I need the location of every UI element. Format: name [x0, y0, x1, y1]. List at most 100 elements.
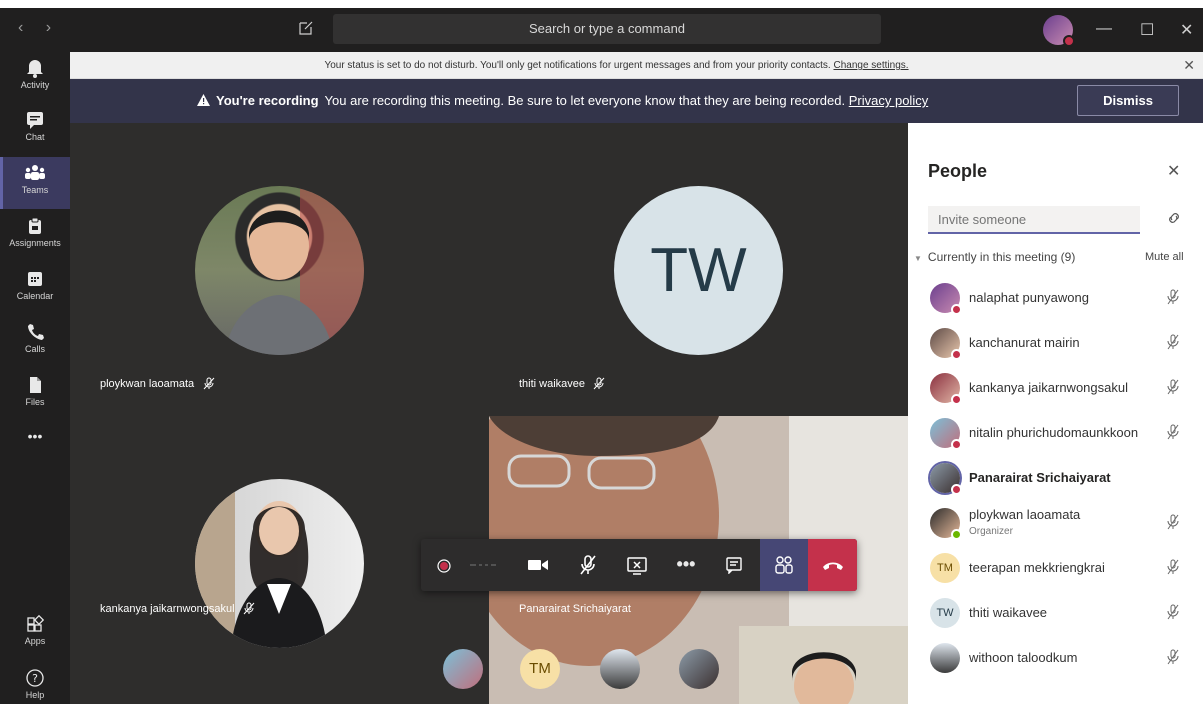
- rail-item-calendar[interactable]: Calendar: [0, 263, 70, 315]
- participant-photo: [195, 479, 364, 648]
- forward-button[interactable]: ›: [46, 19, 51, 37]
- participant-name: nalaphat punyawong: [969, 290, 1089, 305]
- rail-item-help[interactable]: ? Help: [0, 662, 70, 704]
- rail-label: Assignments: [9, 238, 61, 248]
- mic-off-icon[interactable]: [1166, 514, 1180, 530]
- people-panel: People ✕ ▼Currently in this meeting (9) …: [908, 123, 1203, 704]
- chat-icon: [27, 112, 43, 129]
- participant-list-item[interactable]: nitalin phurichudomaunkkoon: [908, 411, 1203, 455]
- participant-name: withoon taloodkum: [969, 650, 1078, 665]
- assignments-icon: [29, 217, 41, 234]
- phone-hangup-icon: [822, 562, 843, 570]
- mute-all-button[interactable]: Mute all: [1145, 251, 1184, 263]
- rail-label: Activity: [20, 80, 50, 90]
- avatar: [930, 463, 962, 495]
- rail-label: Calls: [24, 344, 45, 354]
- participants-icon: [775, 556, 793, 574]
- mic-off-icon[interactable]: [1166, 559, 1180, 575]
- recording-title: You're recording: [216, 93, 319, 108]
- participant-list-item[interactable]: withoon taloodkum: [908, 636, 1203, 680]
- overflow-participant-avatar[interactable]: [679, 649, 719, 689]
- app-rail: Activity Chat Teams Assignments Calendar…: [0, 52, 70, 704]
- recording-indicator: [424, 539, 464, 591]
- participant-name: teerapan mekkriengkrai: [969, 560, 1105, 575]
- status-dnd-icon: [951, 394, 962, 405]
- status-notice-bar: Your status is set to do not disturb. Yo…: [70, 52, 1203, 79]
- mic-off-icon[interactable]: [1166, 604, 1180, 620]
- share-invite-link-icon[interactable]: [1166, 211, 1182, 225]
- video-stage: ploykwan laoamata TW thiti waikavee kank…: [70, 123, 908, 704]
- rail-label: Chat: [25, 132, 45, 142]
- search-input[interactable]: Search or type a command: [333, 14, 881, 44]
- avatar: TM: [930, 553, 960, 583]
- avatar: [930, 508, 962, 540]
- participant-name: Panarairat Srichaiyarat: [519, 603, 631, 615]
- panel-title: People: [928, 161, 988, 181]
- call-controls-bar: •••: [421, 539, 857, 591]
- rail-item-calls[interactable]: Calls: [0, 316, 70, 368]
- video-tile[interactable]: ploykwan laoamata: [70, 123, 489, 416]
- participant-list-item[interactable]: TW thiti waikavee: [908, 591, 1203, 635]
- show-participants-button[interactable]: [760, 539, 808, 591]
- apps-icon: [27, 614, 44, 632]
- participant-name: thiti waikavee: [969, 605, 1048, 620]
- camera-toggle-button[interactable]: [518, 539, 558, 591]
- overflow-participant-avatar[interactable]: TM: [520, 649, 560, 689]
- meeting-participants-header[interactable]: ▼ Currently in this meeting (9): [914, 250, 1075, 264]
- dismiss-button[interactable]: Dismiss: [1077, 85, 1179, 116]
- rail-item-teams[interactable]: Teams: [0, 157, 70, 209]
- participant-list-item[interactable]: kanchanurat mairin: [908, 321, 1203, 365]
- section-label: Currently in this meeting (9): [927, 250, 1076, 264]
- participant-list-item[interactable]: TM teerapan mekkriengkrai: [908, 546, 1203, 590]
- participant-name: kankanya jaikarnwongsakul: [100, 603, 235, 615]
- status-dnd-icon: [951, 439, 962, 450]
- share-screen-icon: [627, 557, 647, 575]
- new-chat-icon[interactable]: [298, 20, 316, 38]
- more-actions-button[interactable]: •••: [666, 539, 706, 591]
- rail-label: Teams: [21, 185, 49, 195]
- minimize-button[interactable]: —: [1096, 20, 1112, 38]
- rail-item-apps[interactable]: Apps: [0, 608, 70, 660]
- file-icon: [30, 377, 41, 393]
- participant-list-item[interactable]: nalaphat punyawong: [908, 276, 1203, 320]
- participant-list-item[interactable]: ploykwan laoamata Organizer: [908, 501, 1203, 545]
- profile-avatar[interactable]: [1043, 15, 1075, 47]
- stop-sharing-button[interactable]: [617, 539, 657, 591]
- hang-up-button[interactable]: [808, 539, 857, 591]
- close-icon[interactable]: ✕: [1183, 52, 1195, 79]
- call-timer: [463, 539, 503, 591]
- teams-icon: [25, 165, 45, 180]
- participant-photo: [195, 186, 364, 355]
- close-panel-button[interactable]: ✕: [1167, 161, 1180, 181]
- rail-item-chat[interactable]: Chat: [0, 104, 70, 156]
- video-tile[interactable]: TW thiti waikavee: [489, 123, 908, 416]
- mic-off-icon[interactable]: [1166, 424, 1180, 440]
- mic-off-icon: [593, 377, 605, 390]
- mute-toggle-button[interactable]: [568, 539, 608, 591]
- mic-off-icon[interactable]: [1166, 289, 1180, 305]
- mic-off-icon[interactable]: [1166, 379, 1180, 395]
- avatar: [930, 643, 960, 673]
- mic-off-icon[interactable]: [1166, 649, 1180, 665]
- mic-off-icon[interactable]: [1166, 334, 1180, 350]
- participant-name: thiti waikavee: [519, 378, 586, 390]
- chat-bubble-icon: [726, 557, 742, 575]
- rail-item-assignments[interactable]: Assignments: [0, 210, 70, 262]
- rail-item-files[interactable]: Files: [0, 369, 70, 421]
- chevron-down-icon: ▼: [914, 254, 922, 263]
- participant-list-item[interactable]: kankanya jaikarnwongsakul: [908, 366, 1203, 410]
- show-conversation-button[interactable]: [714, 539, 754, 591]
- change-settings-link[interactable]: Change settings.: [833, 60, 908, 71]
- close-window-button[interactable]: ✕: [1180, 20, 1193, 40]
- privacy-policy-link[interactable]: Privacy policy: [849, 93, 928, 108]
- maximize-button[interactable]: ☐: [1140, 20, 1154, 40]
- rail-item-activity[interactable]: Activity: [0, 52, 70, 104]
- mic-off-icon: [580, 555, 596, 575]
- back-button[interactable]: ‹: [18, 19, 23, 37]
- overflow-participant-avatar[interactable]: [600, 649, 640, 689]
- overflow-participant-avatar[interactable]: [443, 649, 483, 689]
- avatar: TW: [930, 598, 960, 628]
- more-apps-button[interactable]: •••: [0, 428, 70, 452]
- invite-someone-input[interactable]: [928, 206, 1140, 234]
- participant-list-item[interactable]: Panarairat Srichaiyarat: [908, 456, 1203, 500]
